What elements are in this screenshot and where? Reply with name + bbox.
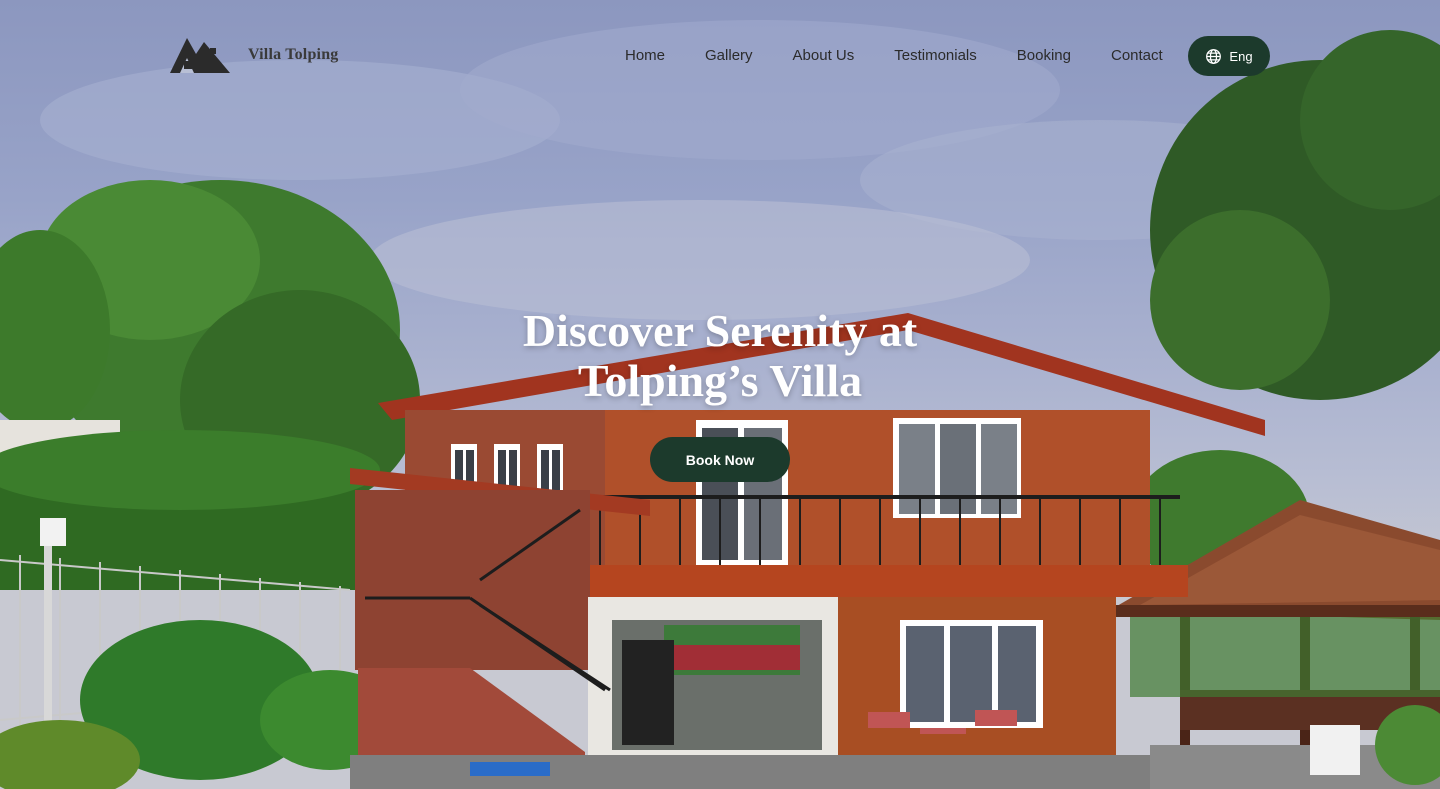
nav-item-home[interactable]: Home <box>625 46 665 66</box>
nav-item-booking[interactable]: Booking <box>1017 46 1071 66</box>
language-label: Eng <box>1229 48 1253 64</box>
hero-title-line-2: Tolping’s Villa <box>577 355 863 406</box>
globe-icon <box>1206 48 1222 64</box>
brand-logo[interactable]: Villa Tolping <box>170 36 339 74</box>
brand-name: Villa Tolping <box>248 46 339 63</box>
site-header: Villa Tolping Home Gallery About Us Test… <box>0 0 1440 112</box>
main-navigation: Home Gallery About Us Testimonials Booki… <box>625 46 1163 66</box>
house-mountain-logo-icon <box>170 38 230 73</box>
hero-title: Discover Serenity at Tolping’s Villa <box>420 306 1020 406</box>
nav-item-gallery[interactable]: Gallery <box>705 46 753 66</box>
nav-item-testimonials[interactable]: Testimonials <box>894 46 977 66</box>
nav-item-contact[interactable]: Contact <box>1111 46 1163 66</box>
book-now-button[interactable]: Book Now <box>650 437 790 482</box>
nav-item-about-us[interactable]: About Us <box>793 46 855 66</box>
hero-title-line-1: Discover Serenity at <box>522 305 918 356</box>
language-selector-button[interactable]: Eng <box>1188 36 1270 76</box>
